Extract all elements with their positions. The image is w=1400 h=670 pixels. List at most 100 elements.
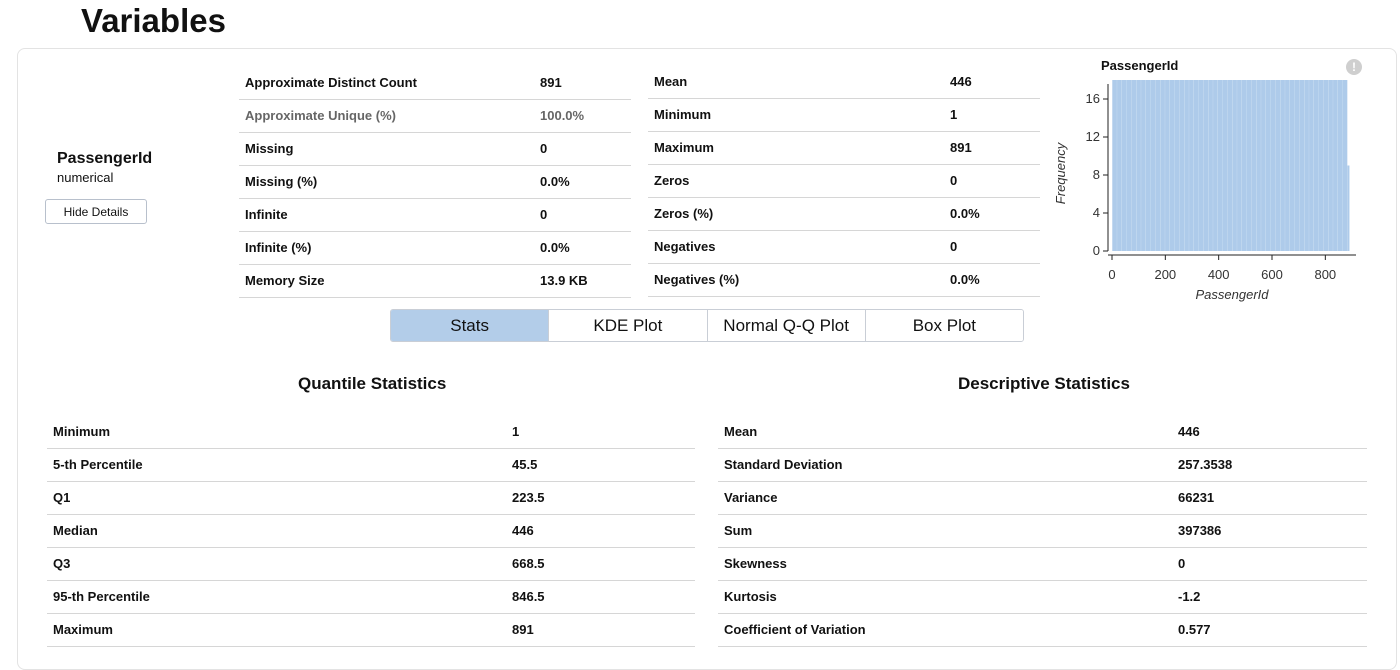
histogram-bar — [1333, 80, 1338, 251]
table-row: Q3 668.5 — [47, 548, 695, 581]
histogram-bar — [1261, 80, 1266, 251]
histogram-bar — [1208, 80, 1213, 251]
histogram-bar — [1299, 80, 1305, 251]
row-label: Variance — [724, 490, 778, 505]
histogram-bar — [1289, 80, 1295, 251]
row-label: Mean — [724, 424, 758, 439]
tab-box-plot[interactable]: Box Plot — [865, 310, 1023, 341]
table-row: Maximum 891 — [648, 132, 1040, 165]
row-value: 66231 — [1178, 490, 1215, 505]
histogram-bar — [1174, 80, 1180, 251]
table-row: Q1 223.5 — [47, 482, 695, 515]
histogram-bar — [1246, 80, 1252, 251]
histogram-bar — [1117, 80, 1122, 251]
row-label: Standard Deviation — [724, 457, 843, 472]
table-row: Mean 446 — [648, 66, 1040, 99]
y-tick-label: 0 — [1093, 243, 1100, 258]
table-row: Coefficient of Variation 0.577 — [718, 614, 1367, 647]
x-tick-label: 400 — [1208, 267, 1230, 282]
histogram-bar — [1241, 80, 1247, 251]
histogram-bar — [1145, 80, 1151, 251]
row-label: Minimum — [654, 107, 712, 122]
table-row: Minimum 1 — [47, 416, 695, 449]
histogram-bar — [1165, 80, 1170, 251]
histogram-chart: 0 4 8 12 16 0 200 400 600 800 PassengerId Frequency… — [1050, 56, 1370, 316]
row-label: Sum — [724, 523, 753, 538]
histogram-bar — [1309, 80, 1314, 251]
tab-kde-plot[interactable]: KDE Plot — [549, 310, 708, 341]
histogram-bar — [1270, 80, 1276, 251]
row-label: Mean — [654, 74, 688, 89]
histogram-bar — [1126, 80, 1132, 251]
row-label: Negatives — [654, 239, 716, 254]
histogram-bar — [1150, 80, 1156, 251]
x-tick-label: 200 — [1154, 267, 1176, 282]
table-row: Missing (%) 0.0% — [239, 166, 631, 199]
x-axis-label: PassengerId — [1196, 287, 1270, 302]
histogram-bar — [1265, 80, 1271, 251]
table-row: 95-th Percentile 846.5 — [47, 581, 695, 614]
histogram-bar — [1213, 80, 1218, 251]
row-value: 1 — [950, 107, 958, 122]
table-row: Approximate Unique (%) 100.0% — [239, 100, 631, 133]
row-label: Approximate Unique (%) — [245, 108, 396, 123]
histogram-bar — [1121, 80, 1127, 251]
row-value: 446 — [512, 523, 534, 538]
table-row: Sum 397386 — [718, 515, 1367, 548]
plot-tabs: Stats KDE Plot Normal Q-Q Plot Box Plot — [390, 309, 1024, 342]
tab-normal-qq-plot[interactable]: Normal Q-Q Plot — [707, 310, 866, 341]
x-tick-label: 800 — [1314, 267, 1336, 282]
row-value: 13.9 KB — [540, 273, 588, 288]
histogram-bar — [1337, 80, 1343, 251]
row-label: Missing — [245, 141, 294, 156]
table-row: Standard Deviation 257.3538 — [718, 449, 1367, 482]
row-label: Maximum — [53, 622, 113, 637]
histogram-bar — [1222, 80, 1228, 251]
row-value: -1.2 — [1178, 589, 1201, 604]
histogram-bar — [1285, 80, 1290, 251]
histogram-bar — [1136, 80, 1141, 251]
y-axis-label: Frequency — [1053, 141, 1068, 204]
histogram-bar — [1193, 80, 1199, 251]
y-tick-label: 12 — [1086, 129, 1100, 144]
row-label: Maximum — [654, 140, 714, 155]
table-row: Negatives (%) 0.0% — [648, 264, 1040, 297]
row-label: Coefficient of Variation — [724, 622, 866, 637]
row-value: 100.0% — [540, 108, 585, 123]
table-row: Skewness 0 — [718, 548, 1367, 581]
y-tick-label: 8 — [1093, 167, 1100, 182]
histogram-bar — [1179, 80, 1185, 251]
tab-stats[interactable]: Stats — [391, 310, 550, 341]
row-value: 668.5 — [512, 556, 545, 571]
y-tick-label: 4 — [1093, 205, 1100, 220]
row-value: 0.0% — [950, 206, 980, 221]
table-row: Maximum 891 — [47, 614, 695, 647]
x-tick-label: 600 — [1261, 267, 1283, 282]
row-value: 1 — [512, 424, 520, 439]
table-row: 5-th Percentile 45.5 — [47, 449, 695, 482]
info-icon[interactable]: ! — [1346, 59, 1362, 75]
row-label: 5-th Percentile — [53, 457, 143, 472]
table-row: Zeros (%) 0.0% — [648, 198, 1040, 231]
table-row: Missing 0 — [239, 133, 631, 166]
histogram-bar — [1227, 80, 1233, 251]
table-row: Infinite (%) 0.0% — [239, 232, 631, 265]
row-label: Approximate Distinct Count — [245, 75, 417, 90]
histogram-bar — [1318, 80, 1324, 251]
row-label: Missing (%) — [245, 174, 318, 189]
table-row: Infinite 0 — [239, 199, 631, 232]
row-label: Minimum — [53, 424, 111, 439]
variable-name: PassengerId — [57, 150, 153, 167]
histogram-bar — [1280, 80, 1285, 251]
row-value: 0.0% — [540, 174, 570, 189]
table-row: Zeros 0 — [648, 165, 1040, 198]
histogram-bar — [1328, 80, 1333, 251]
hide-details-button[interactable]: Hide Details — [45, 199, 147, 224]
table-row: Mean 446 — [718, 416, 1367, 449]
histogram-bar — [1304, 80, 1309, 251]
histogram-bar — [1131, 80, 1137, 251]
quantile-statistics-table: Minimum 1 5-th Percentile 45.5 Q1 223.5 Med… — [47, 416, 695, 647]
row-value: 45.5 — [512, 457, 538, 472]
row-label: Q3 — [53, 556, 71, 571]
histogram-bar — [1184, 80, 1189, 251]
